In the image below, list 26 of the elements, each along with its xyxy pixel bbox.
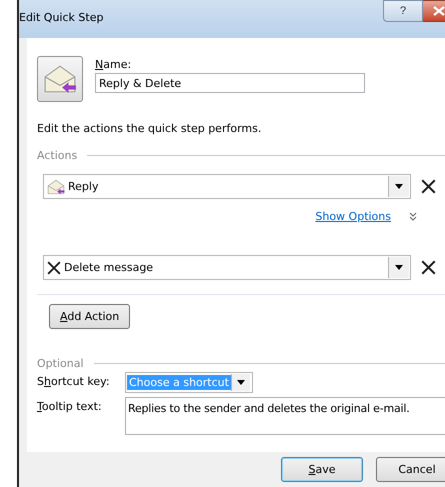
caret-icon <box>395 184 403 189</box>
name-field[interactable]: Reply & Delete <box>95 73 365 93</box>
save-button[interactable]: Save <box>281 457 363 482</box>
help-button[interactable]: ? <box>383 0 423 22</box>
add-action-button[interactable]: Add Action <box>49 304 130 329</box>
show-options-link[interactable]: Show Options <box>315 210 391 222</box>
close-icon <box>432 6 444 16</box>
tooltip-label: Tooltip text: <box>37 399 103 413</box>
section-heading: Optional <box>37 357 84 370</box>
tooltip-field[interactable]: Replies to the sender and deletes the original e-mail. <box>125 397 445 435</box>
cross-icon <box>47 260 61 274</box>
caret-icon <box>395 265 403 270</box>
icon-picker-button[interactable] <box>37 56 83 102</box>
action-dropdown[interactable]: Delete message <box>43 255 411 280</box>
envelope-icon <box>47 178 65 196</box>
double-chevron-icon <box>409 212 417 220</box>
name-label: Name: <box>95 58 132 71</box>
action-dropdown[interactable]: Reply <box>43 174 411 199</box>
caret-icon <box>236 380 245 385</box>
remove-icon <box>421 179 436 194</box>
instruction-text: Edit the actions the quick step performs. <box>37 122 262 135</box>
shortcut-label: Shortcut key: <box>37 374 111 388</box>
cancel-button[interactable]: Cancel <box>376 457 445 482</box>
section-heading: Actions <box>37 149 78 162</box>
window-title: Edit Quick Step <box>19 11 104 24</box>
remove-icon <box>421 260 436 275</box>
